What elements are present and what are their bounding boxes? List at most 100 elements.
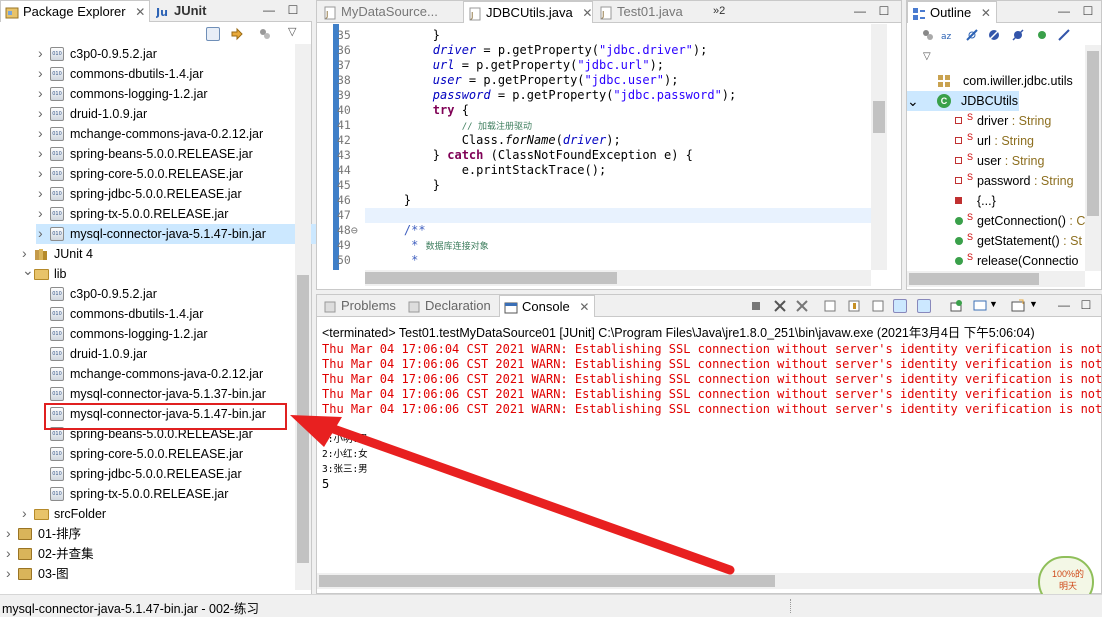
tab-declaration[interactable]: Declaration (403, 295, 495, 317)
outline-item[interactable]: SgetConnection() : C (907, 211, 1085, 231)
close-icon[interactable]: ✕ (582, 6, 592, 20)
chevron-right-icon[interactable]: › (6, 543, 16, 563)
tree-row[interactable]: c3p0-0.9.5.2.jar (36, 284, 188, 304)
chevron-right-icon[interactable]: › (38, 183, 48, 203)
chevron-down-icon[interactable]: ⌄ (907, 93, 919, 109)
chevron-right-icon[interactable]: › (6, 563, 16, 583)
tree-row[interactable]: commons-dbutils-1.4.jar (36, 304, 237, 324)
minimize-icon[interactable]: — (1057, 298, 1071, 312)
tab-mydatasource[interactable]: J MyDataSource... (319, 1, 459, 23)
hide-static-icon[interactable] (987, 28, 1001, 42)
pin-console-icon[interactable] (949, 299, 963, 313)
tab-console[interactable]: Console ✕ (499, 295, 595, 317)
tree-row[interactable]: mchange-commons-java-0.2.12.jar (36, 364, 293, 384)
tree-row[interactable]: › mchange-commons-java-0.2.12.jar (36, 124, 293, 144)
outline-item[interactable]: Surl : String (907, 131, 1085, 151)
outline-item[interactable]: Spassword : String (907, 171, 1085, 191)
tree-row[interactable]: spring-tx-5.0.0.RELEASE.jar (36, 484, 265, 504)
tree-row[interactable]: commons-logging-1.2.jar (36, 324, 237, 344)
tab-test01[interactable]: J Test01.java (595, 1, 705, 23)
maximize-icon[interactable]: ☐ (1081, 4, 1095, 18)
chevron-right-icon[interactable]: › (38, 83, 48, 103)
chevron-right-icon[interactable]: › (38, 43, 48, 63)
remove-launch-icon[interactable] (773, 299, 787, 313)
tree-row[interactable]: › spring-jdbc-5.0.0.RELEASE.jar (36, 184, 279, 204)
view-menu-icon[interactable]: ▽ (288, 25, 302, 39)
editor-vertical-scrollbar[interactable] (871, 24, 887, 270)
minimize-icon[interactable]: — (1057, 4, 1071, 18)
collapse-all-icon[interactable] (206, 27, 220, 41)
chevron-right-icon[interactable]: › (6, 523, 16, 543)
maximize-icon[interactable]: ☐ (1079, 298, 1093, 312)
outline-item[interactable]: Suser : String (907, 151, 1085, 171)
maximize-icon[interactable]: ☐ (877, 4, 891, 18)
tree-row[interactable]: › 02-并查集 (4, 543, 94, 564)
outline-item[interactable]: SgetStatement() : St (907, 231, 1085, 251)
close-icon[interactable]: ✕ (135, 5, 145, 19)
close-icon[interactable]: ✕ (579, 300, 589, 314)
close-icon[interactable]: ✕ (981, 6, 991, 20)
outline-horizontal-scrollbar-thumb[interactable] (909, 273, 1039, 285)
chevron-right-icon[interactable]: › (38, 143, 48, 163)
tree-row[interactable]: › commons-dbutils-1.4.jar (36, 64, 237, 84)
show-on-stderr-icon[interactable] (917, 299, 931, 313)
filter-icon[interactable] (258, 27, 272, 41)
chevron-down-icon[interactable]: ▼ (1029, 299, 1043, 313)
display-console-icon[interactable] (973, 299, 987, 313)
tree-row[interactable]: mysql-connector-java-5.1.37-bin.jar (36, 384, 321, 404)
outline-item[interactable]: Sdriver : String (907, 111, 1085, 131)
outline-item[interactable]: {...} (907, 191, 1085, 211)
scroll-lock-icon[interactable] (847, 299, 861, 313)
sort-icon[interactable] (921, 28, 935, 42)
chevron-down-icon[interactable]: ▼ (989, 299, 1003, 313)
tab-jdbcutils[interactable]: J JDBCUtils.java ✕ (463, 1, 593, 23)
tree-row[interactable]: › spring-core-5.0.0.RELEASE.jar (36, 164, 279, 184)
open-console-icon[interactable] (1011, 299, 1025, 313)
tree-row[interactable]: spring-core-5.0.0.RELEASE.jar (36, 444, 279, 464)
chevron-right-icon[interactable]: › (38, 223, 48, 243)
more-tabs-button[interactable]: »2 (705, 1, 739, 23)
tree-row[interactable]: › c3p0-0.9.5.2.jar (36, 44, 188, 64)
chevron-right-icon[interactable]: › (38, 203, 48, 223)
editor-vertical-scrollbar-thumb[interactable] (873, 101, 885, 133)
minimize-icon[interactable]: — (853, 4, 867, 18)
terminate-icon[interactable] (749, 299, 763, 313)
tree-row[interactable]: ⌄ lib (20, 262, 81, 284)
tree-row[interactable]: › commons-logging-1.2.jar (36, 84, 237, 104)
tree-row[interactable]: spring-jdbc-5.0.0.RELEASE.jar (36, 464, 279, 484)
tree-row[interactable]: › mysql-connector-java-5.1.47-bin.jar (36, 224, 318, 244)
link-with-editor-icon[interactable] (230, 27, 244, 41)
hide-local-types-icon[interactable] (1035, 28, 1049, 42)
editor-horizontal-scrollbar-thumb[interactable] (365, 272, 617, 284)
tree-row[interactable]: › druid-1.0.9.jar (36, 104, 181, 124)
tree-row[interactable]: › 01-排序 (4, 523, 81, 544)
hide-nonpublic-icon[interactable] (1011, 28, 1025, 42)
link-icon[interactable] (1057, 28, 1071, 42)
tree-row[interactable]: druid-1.0.9.jar (36, 344, 181, 364)
chevron-down-icon[interactable]: ⌄ (22, 260, 34, 280)
hide-fields-icon[interactable] (965, 28, 979, 42)
tab-package-explorer[interactable]: Package Explorer ✕ (0, 0, 150, 22)
outline-item[interactable]: ⌄ C JDBCUtils (907, 91, 1019, 111)
chevron-right-icon[interactable]: › (38, 123, 48, 143)
word-wrap-icon[interactable] (871, 299, 885, 313)
tab-junit[interactable]: Ju JUnit (152, 0, 222, 22)
view-menu-icon[interactable]: ▽ (923, 51, 937, 65)
chevron-right-icon[interactable]: › (22, 503, 32, 523)
show-on-stdout-icon[interactable] (893, 299, 907, 313)
console-horizontal-scrollbar-thumb[interactable] (319, 575, 775, 587)
outline-item[interactable]: Srelease(Connectio (907, 251, 1085, 271)
tree-row[interactable]: › JUnit 4 (20, 244, 109, 264)
tab-outline[interactable]: Outline ✕ (907, 1, 997, 23)
chevron-right-icon[interactable]: › (38, 63, 48, 83)
sort-alpha-icon[interactable]: az (941, 28, 955, 42)
maximize-icon[interactable]: ☐ (286, 3, 300, 17)
outline-vertical-scrollbar-thumb[interactable] (1087, 51, 1099, 216)
tab-problems[interactable]: Problems (319, 295, 401, 317)
tree-row[interactable]: › 03-图 (4, 564, 72, 584)
tree-row[interactable]: › srcFolder (20, 504, 123, 524)
outline-item[interactable]: com.iwiller.jdbc.utils (907, 71, 1085, 91)
chevron-right-icon[interactable]: › (38, 163, 48, 183)
clear-console-icon[interactable] (823, 299, 837, 313)
tree-row[interactable]: › spring-beans-5.0.0.RELEASE.jar (36, 144, 286, 164)
